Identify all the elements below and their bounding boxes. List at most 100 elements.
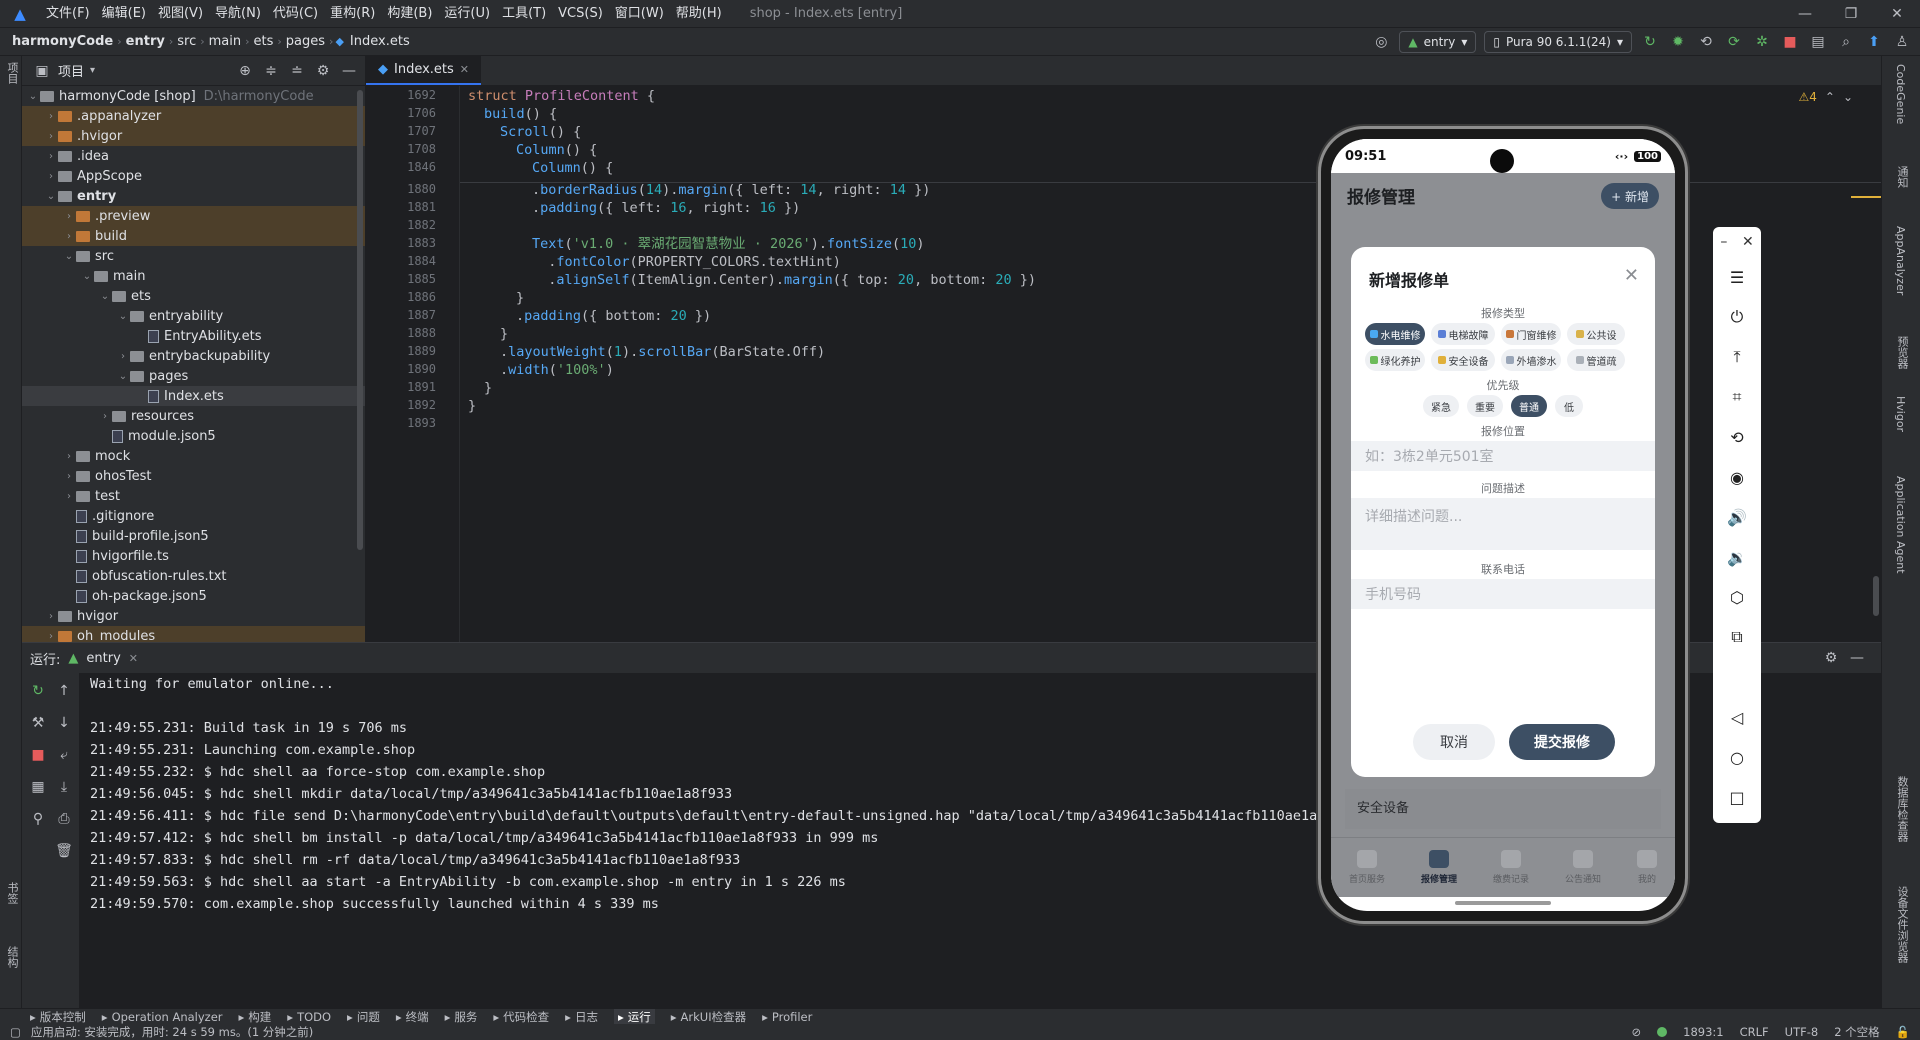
stop-icon[interactable]: ■	[28, 745, 48, 765]
app-tab[interactable]: 我的	[1636, 850, 1657, 885]
tree-item[interactable]: obfuscation-rules.txt	[22, 566, 365, 586]
tree-item[interactable]: › test	[22, 486, 365, 506]
chevron-right-icon[interactable]: ›	[62, 231, 76, 242]
app-tab[interactable]: 公告通知	[1565, 850, 1601, 885]
chevron-down-icon[interactable]: ⌄	[44, 191, 58, 202]
repair-type-chip[interactable]: 门窗维修	[1501, 323, 1561, 345]
tree-item[interactable]: build-profile.json5	[22, 526, 365, 546]
priority-chip[interactable]: 紧急	[1423, 395, 1459, 417]
gear-icon[interactable]: ⚙	[1821, 648, 1841, 668]
update-icon[interactable]: ⬆	[1864, 32, 1884, 52]
chevron-right-icon[interactable]: ›	[44, 631, 58, 642]
location-input[interactable]: 如：3栋2单元501室	[1351, 441, 1655, 471]
chevron-right-icon[interactable]: ›	[62, 211, 76, 222]
tree-item[interactable]: Index.ets	[22, 386, 365, 406]
chevron-down-icon[interactable]: ⌄	[26, 91, 40, 102]
print-icon[interactable]: ⎙	[54, 809, 74, 829]
breadcrumb-item[interactable]: pages	[282, 34, 329, 49]
project-panel-title[interactable]: 项目	[58, 61, 84, 80]
right-tool-button[interactable]: 通知	[1894, 166, 1910, 188]
caret-position[interactable]: 1893:1	[1683, 1025, 1723, 1039]
tool-window-button[interactable]: ▸ 日志	[565, 1009, 598, 1025]
tree-item[interactable]: › .preview	[22, 206, 365, 226]
close-icon[interactable]: ✕	[1624, 265, 1639, 286]
repair-type-chip[interactable]: 公共设	[1567, 323, 1625, 345]
contact-phone-input[interactable]: 手机号码	[1351, 579, 1655, 609]
app-tab[interactable]: 缴费记录	[1493, 850, 1529, 885]
line-separator[interactable]: CRLF	[1740, 1025, 1769, 1039]
tree-item[interactable]: ⌄ harmonyCode [shop] D:\harmonyCode	[22, 86, 365, 106]
tree-item[interactable]: › hvigor	[22, 606, 365, 626]
tree-item[interactable]: ⌄ pages	[22, 366, 365, 386]
pin-top-icon[interactable]: ⤒	[1713, 337, 1761, 377]
layout-icon[interactable]: ▦	[28, 777, 48, 797]
status-message[interactable]: 应用启动: 安装完成，用时: 24 s 59 ms。(1 分钟之前)	[31, 1024, 313, 1040]
repair-type-chip[interactable]: 管道疏	[1567, 349, 1625, 371]
tool-window-button[interactable]: ▸ ArkUI检查器	[671, 1009, 746, 1025]
menu-icon[interactable]: ☰	[1713, 257, 1761, 297]
file-encoding[interactable]: UTF-8	[1785, 1025, 1819, 1039]
tool-window-button[interactable]: ▸ 版本控制	[30, 1009, 86, 1025]
tree-item[interactable]: › .hvigor	[22, 126, 365, 146]
app-tab[interactable]: 报修管理	[1421, 850, 1457, 885]
breadcrumb-item[interactable]: entry	[122, 34, 169, 49]
right-tool-button[interactable]: CodeGenie	[1894, 64, 1907, 124]
volume-up-icon[interactable]: 🔊	[1713, 497, 1761, 537]
expand-all-icon[interactable]: ≑	[261, 61, 281, 81]
tree-item[interactable]: hvigorfile.ts	[22, 546, 365, 566]
chevron-right-icon[interactable]: ›	[116, 351, 130, 362]
chevron-right-icon[interactable]: ›	[44, 171, 58, 182]
tab-index-ets[interactable]: ◆ Index.ets ✕	[366, 55, 482, 85]
profile-icon[interactable]: ✲	[1752, 32, 1772, 52]
chevron-right-icon[interactable]: ›	[62, 451, 76, 462]
chevron-right-icon[interactable]: ›	[44, 131, 58, 142]
lock-icon[interactable]: 🔓	[1896, 1025, 1910, 1039]
menu-item[interactable]: 重构(R)	[324, 0, 381, 28]
bookmarks-tool-button[interactable]: 书签	[4, 882, 20, 904]
description-input[interactable]: 详细描述问题...	[1351, 498, 1655, 550]
rerun-icon[interactable]: ↻	[28, 681, 48, 701]
tree-item[interactable]: ⌄ src	[22, 246, 365, 266]
tree-item[interactable]: › .idea	[22, 146, 365, 166]
tree-item[interactable]: › .appanalyzer	[22, 106, 365, 126]
menu-item[interactable]: 视图(V)	[152, 0, 209, 28]
minimize-icon[interactable]: –	[1720, 234, 1727, 250]
close-icon[interactable]: ✕	[1742, 234, 1754, 250]
close-icon[interactable]: ✕	[1874, 0, 1920, 28]
chevron-up-icon[interactable]: ⌃	[1825, 90, 1835, 104]
close-icon[interactable]: ✕	[129, 652, 138, 665]
submit-repair-button[interactable]: 提交报修	[1509, 724, 1615, 760]
chevron-right-icon[interactable]: ›	[44, 611, 58, 622]
tree-item[interactable]: ⌄ entryability	[22, 306, 365, 326]
repair-type-chip[interactable]: 外墙渗水	[1501, 349, 1561, 371]
tool-window-button[interactable]: ▸ 服务	[445, 1009, 478, 1025]
power-icon[interactable]: ⏻	[1713, 297, 1761, 337]
pin-icon[interactable]: ⚲	[28, 809, 48, 829]
hide-icon[interactable]: —	[339, 61, 359, 81]
menu-item[interactable]: 代码(C)	[267, 0, 324, 28]
menu-item[interactable]: 运行(U)	[438, 0, 496, 28]
multi-device-icon[interactable]: ⧉	[1713, 617, 1761, 657]
chevron-down-icon[interactable]: ⌄	[98, 291, 112, 302]
tree-item[interactable]: ⌄ ets	[22, 286, 365, 306]
right-tool-button[interactable]: Application Agent	[1894, 476, 1907, 574]
chevron-down-icon[interactable]: ⌄	[62, 251, 76, 262]
tool-window-button[interactable]: ▸ Operation Analyzer	[102, 1010, 223, 1024]
restore-icon[interactable]: ❐	[1828, 0, 1874, 28]
home-icon[interactable]: ○	[1713, 737, 1761, 777]
tool-window-button[interactable]: ▸ Profiler	[762, 1010, 812, 1024]
soft-wrap-icon[interactable]: ⤶	[54, 745, 74, 765]
add-repair-button[interactable]: + 新增	[1601, 183, 1659, 209]
tree-item[interactable]: › AppScope	[22, 166, 365, 186]
menu-item[interactable]: 工具(T)	[496, 0, 552, 28]
debug-icon[interactable]: ✹	[1668, 32, 1688, 52]
project-scrollbar[interactable]	[357, 90, 363, 550]
close-icon[interactable]: ✕	[460, 63, 469, 76]
chevron-down-icon[interactable]: ⌄	[116, 311, 130, 322]
tree-item[interactable]: › build	[22, 226, 365, 246]
scroll-end-icon[interactable]: ⤓	[54, 777, 74, 797]
tool-window-button[interactable]: ▸ 问题	[347, 1009, 380, 1025]
menu-item[interactable]: 帮助(H)	[670, 0, 728, 28]
rerun-icon[interactable]: ↻	[1640, 32, 1660, 52]
right-tool-button[interactable]: AppAnalyzer	[1894, 226, 1907, 295]
